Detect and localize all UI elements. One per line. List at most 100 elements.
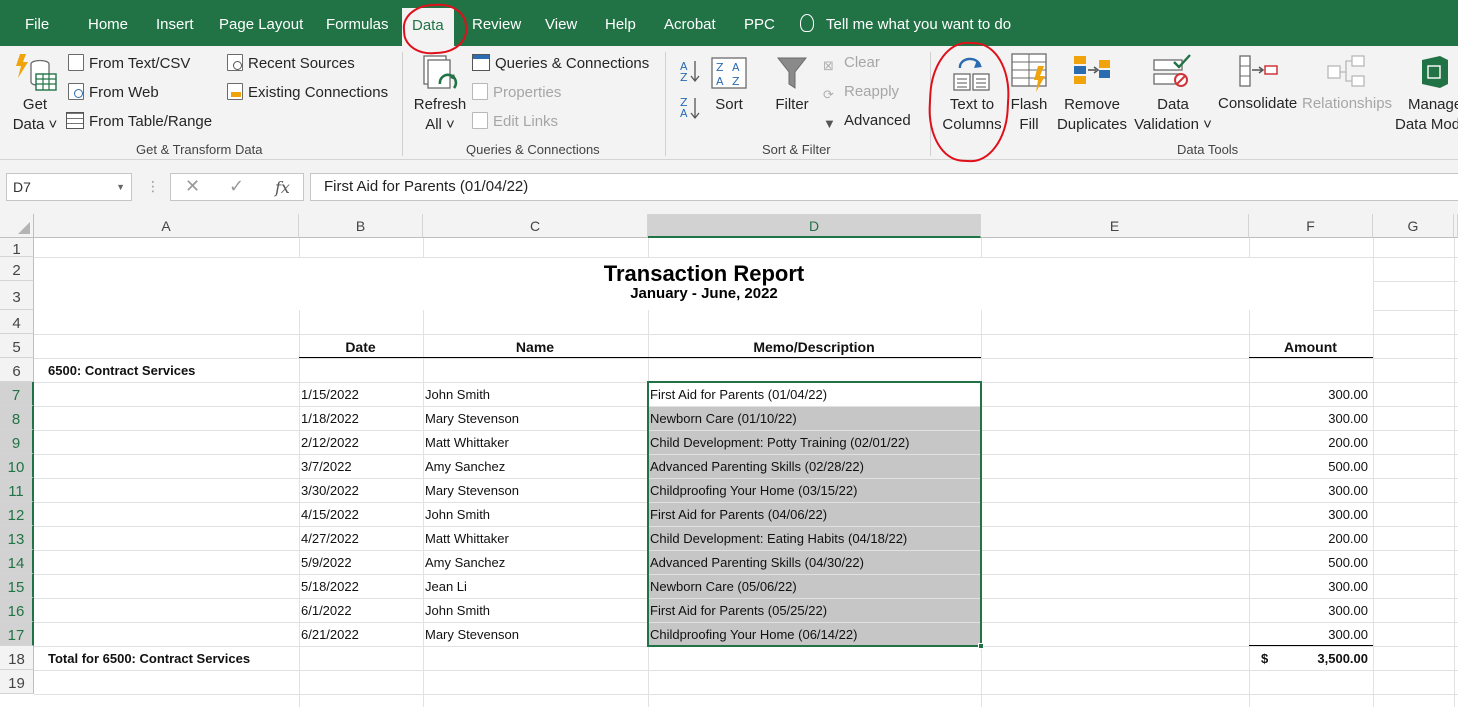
report-title[interactable]: Transaction Report [34,257,1374,286]
cell-amount[interactable]: 300.00 [1251,406,1370,430]
cell-date[interactable]: 6/21/2022 [301,622,420,646]
column-header-c[interactable]: C [423,214,648,238]
enter-checkmark-icon[interactable]: ✓ [229,176,244,197]
column-header-a[interactable]: A [34,214,299,238]
cell-date[interactable]: 4/27/2022 [301,526,420,550]
cell-amount[interactable]: 300.00 [1251,502,1370,526]
row-header-11[interactable]: 11 [0,478,34,502]
row-header-14[interactable]: 14 [0,550,34,574]
cell-name[interactable]: Mary Stevenson [425,478,645,502]
manage-data-model-button[interactable]: Manage Data Mod [1394,95,1458,135]
flash-fill-button[interactable]: Flash Fill [1006,95,1052,135]
existing-connections-button[interactable]: Existing Connections [227,83,388,101]
cell-amount[interactable]: 300.00 [1251,382,1370,406]
consolidate-button[interactable]: Consolidate [1218,95,1297,112]
cell-amount[interactable]: 200.00 [1251,526,1370,550]
relationships-button[interactable]: Relationships [1302,95,1392,112]
tell-me-search[interactable]: Tell me what you want to do [800,0,1011,46]
row-header-4[interactable]: 4 [0,310,34,334]
tab-file[interactable]: File [25,0,49,46]
row-header-17[interactable]: 17 [0,622,34,646]
cell-name[interactable]: John Smith [425,598,645,622]
tab-insert[interactable]: Insert [156,0,194,46]
row-header-19[interactable]: 19 [0,670,34,694]
fill-handle[interactable] [978,643,984,649]
cell-amount[interactable]: 300.00 [1251,574,1370,598]
tab-formulas[interactable]: Formulas [326,0,389,46]
row-header-12[interactable]: 12 [0,502,34,526]
row-header-16[interactable]: 16 [0,598,34,622]
cell-name[interactable]: Jean Li [425,574,645,598]
chevron-down-icon[interactable]: ▼ [116,174,125,200]
from-table-range-button[interactable]: From Table/Range [66,112,212,130]
cell-date[interactable]: 1/15/2022 [301,382,420,406]
cell-date[interactable]: 5/18/2022 [301,574,420,598]
cell-name[interactable]: Matt Whittaker [425,526,645,550]
reapply-button[interactable]: ⟳ Reapply [823,83,899,104]
data-validation-button[interactable]: Data Validation ˅ [1130,95,1216,135]
row-header-6[interactable]: 6 [0,358,34,382]
header-date[interactable]: Date [301,334,420,358]
tab-help[interactable]: Help [605,0,636,46]
row-header-15[interactable]: 15 [0,574,34,598]
total-amount[interactable]: 3,500.00 [1251,646,1370,670]
queries-connections-button[interactable]: Queries & Connections [472,54,649,72]
section-label[interactable]: 6500: Contract Services [36,358,296,382]
cell-date[interactable]: 1/18/2022 [301,406,420,430]
name-box[interactable]: D7 ▼ [6,173,132,201]
sort-button[interactable]: Sort [708,95,750,115]
column-header-e[interactable]: E [981,214,1249,238]
header-name[interactable]: Name [425,334,645,358]
tab-page-layout[interactable]: Page Layout [219,0,303,46]
tab-home[interactable]: Home [88,0,128,46]
cell-amount[interactable]: 300.00 [1251,598,1370,622]
row-header-7[interactable]: 7 [0,382,34,406]
clear-filter-button[interactable]: ⊠ Clear [823,54,880,75]
row-header-1[interactable]: 1 [0,238,34,258]
cell-date[interactable]: 4/15/2022 [301,502,420,526]
advanced-filter-button[interactable]: ▼ Advanced [823,112,911,133]
tab-review[interactable]: Review [472,0,521,46]
row-header-13[interactable]: 13 [0,526,34,550]
get-data-button[interactable]: Get Data ˅ [10,95,60,135]
recent-sources-button[interactable]: Recent Sources [227,54,355,72]
row-header-5[interactable]: 5 [0,334,34,358]
edit-links-button[interactable]: Edit Links [472,112,558,130]
column-header-d[interactable]: D [648,214,981,238]
column-header-b[interactable]: B [299,214,423,238]
insert-function-icon[interactable]: fx [275,178,290,197]
cell-name[interactable]: Mary Stevenson [425,622,645,646]
cell-name[interactable]: Mary Stevenson [425,406,645,430]
header-amount[interactable]: Amount [1251,334,1370,358]
row-header-9[interactable]: 9 [0,430,34,454]
cell-date[interactable]: 3/30/2022 [301,478,420,502]
cell-date[interactable]: 5/9/2022 [301,550,420,574]
cell-date[interactable]: 3/7/2022 [301,454,420,478]
report-subtitle[interactable]: January - June, 2022 [34,281,1374,310]
filter-button[interactable]: Filter [770,95,814,115]
select-all-button[interactable] [0,214,34,238]
header-memo[interactable]: Memo/Description [650,334,978,358]
row-header-10[interactable]: 10 [0,454,34,478]
row-header-2[interactable]: 2 [0,257,34,281]
column-header-g[interactable]: G [1373,214,1454,238]
tab-view[interactable]: View [545,0,577,46]
cell-name[interactable]: Amy Sanchez [425,454,645,478]
cell-amount[interactable]: 500.00 [1251,454,1370,478]
column-header-f[interactable]: F [1249,214,1373,238]
cell-amount[interactable]: 300.00 [1251,622,1370,646]
remove-duplicates-button[interactable]: Remove Duplicates [1054,95,1130,135]
from-text-csv-button[interactable]: From Text/CSV [68,54,190,72]
from-web-button[interactable]: From Web [68,83,159,101]
properties-button[interactable]: Properties [472,83,561,101]
total-label[interactable]: Total for 6500: Contract Services [36,646,296,670]
cell-amount[interactable]: 500.00 [1251,550,1370,574]
refresh-all-button[interactable]: Refresh All ˅ [412,95,468,135]
cancel-icon[interactable]: ✕ [185,176,200,197]
cell-date[interactable]: 6/1/2022 [301,598,420,622]
cell-date[interactable]: 2/12/2022 [301,430,420,454]
cell-name[interactable]: John Smith [425,502,645,526]
row-header-18[interactable]: 18 [0,646,34,670]
cell-name[interactable]: Amy Sanchez [425,550,645,574]
cell-name[interactable]: Matt Whittaker [425,430,645,454]
